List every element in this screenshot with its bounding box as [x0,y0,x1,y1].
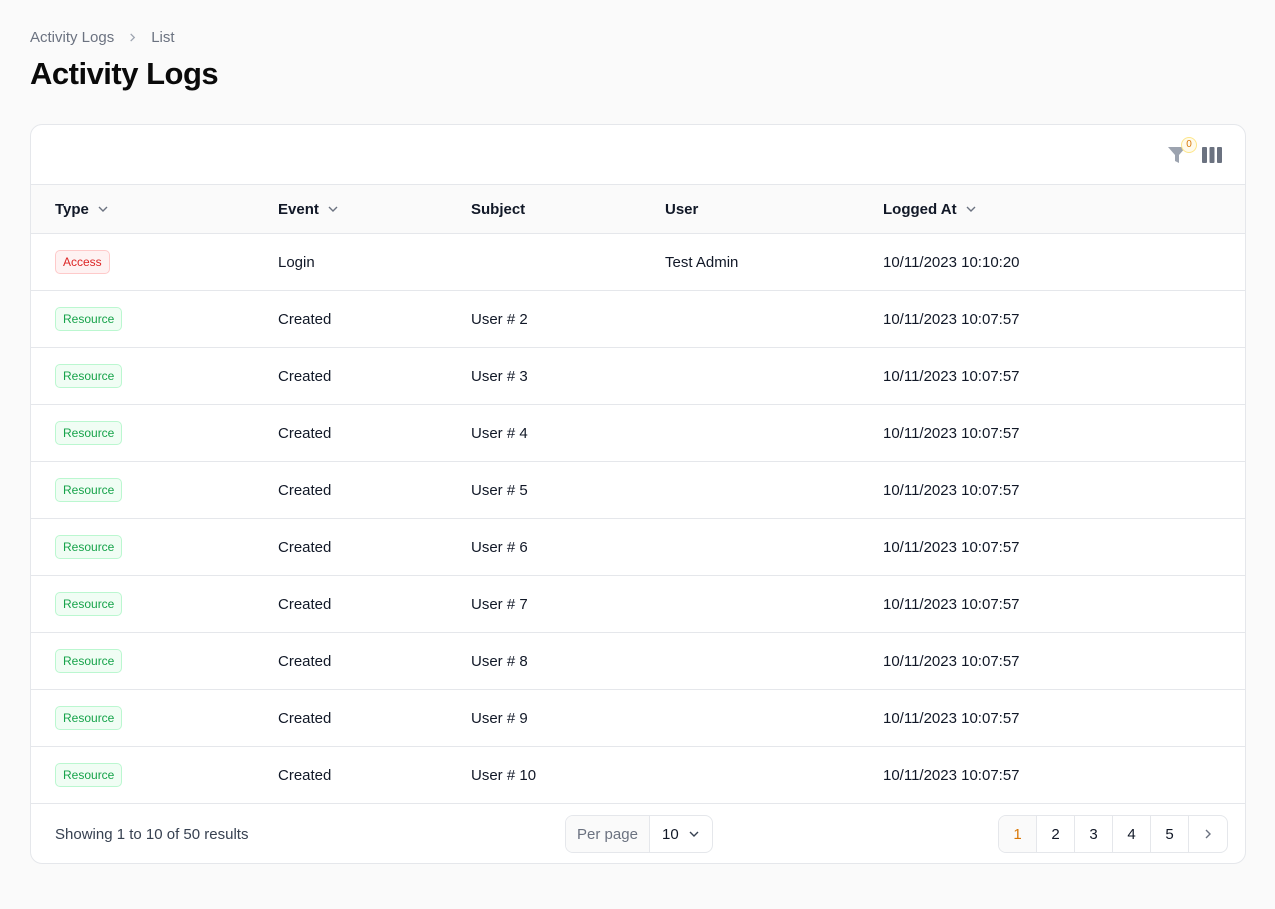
subject-cell: User # 6 [471,538,528,556]
event-cell: Created [278,481,332,499]
type-badge: Resource [55,763,123,787]
table-row[interactable]: Resource Created User # 6 10/11/2023 10:… [31,519,1245,576]
type-badge: Resource [55,535,123,559]
table-row[interactable]: Resource Created User # 8 10/11/2023 10:… [31,633,1245,690]
type-badge: Resource [55,649,123,673]
type-badge: Resource [55,307,123,331]
type-badge: Resource [55,478,123,502]
column-header-type[interactable]: Type [55,185,109,233]
subject-cell: User # 3 [471,367,528,385]
logged-at-cell: 10/11/2023 10:07:57 [883,538,1020,556]
event-cell: Created [278,652,332,670]
type-badge: Access [55,250,110,274]
results-summary: Showing 1 to 10 of 50 results [55,825,249,843]
logged-at-cell: 10/11/2023 10:07:57 [883,310,1020,328]
logged-at-cell: 10/11/2023 10:07:57 [883,766,1020,784]
table-body: Access Login Test Admin 10/11/2023 10:10… [31,234,1245,804]
column-header-subject-label: Subject [471,200,526,218]
per-page-value: 10 [662,825,679,843]
chevron-down-icon [98,206,108,212]
pagination: 1 2 3 4 5 [998,815,1228,853]
subject-cell: User # 7 [471,595,528,613]
filter-count-badge: 0 [1181,137,1197,153]
chevron-down-icon [689,831,699,837]
logged-at-cell: 10/11/2023 10:10:20 [883,253,1020,271]
event-cell: Created [278,595,332,613]
subject-cell: User # 4 [471,424,528,442]
chevron-right-icon [130,33,136,42]
type-badge: Resource [55,592,123,616]
page-title: Activity Logs [30,56,219,91]
logged-at-cell: 10/11/2023 10:07:57 [883,367,1020,385]
table-footer: Showing 1 to 10 of 50 results Per page 1… [31,804,1245,863]
logged-at-cell: 10/11/2023 10:07:57 [883,595,1020,613]
event-cell: Created [278,709,332,727]
chevron-down-icon [966,206,976,212]
table-card: 0 Type Event Subject User Logged At Acce… [30,124,1246,864]
event-cell: Created [278,424,332,442]
table-row[interactable]: Resource Created User # 5 10/11/2023 10:… [31,462,1245,519]
column-header-logged-at[interactable]: Logged At [883,185,977,233]
column-header-event-label: Event [278,200,319,218]
column-header-user-label: User [665,200,699,218]
column-header-event[interactable]: Event [278,185,339,233]
subject-cell: User # 2 [471,310,528,328]
user-cell: Test Admin [665,253,739,271]
page-button-5[interactable]: 5 [1151,816,1189,852]
chevron-right-icon [1205,829,1211,839]
type-badge: Resource [55,706,123,730]
page-button-1[interactable]: 1 [999,816,1037,852]
type-badge: Resource [55,421,123,445]
table-toolbar: 0 [31,125,1245,185]
subject-cell: User # 9 [471,709,528,727]
column-header-logged-at-label: Logged At [883,200,957,218]
table-row[interactable]: Resource Created User # 10 10/11/2023 10… [31,747,1245,804]
next-page-button[interactable] [1189,816,1227,852]
page-button-4[interactable]: 4 [1113,816,1151,852]
event-cell: Created [278,538,332,556]
logged-at-cell: 10/11/2023 10:07:57 [883,481,1020,499]
event-cell: Created [278,310,332,328]
event-cell: Created [278,367,332,385]
page-button-2[interactable]: 2 [1037,816,1075,852]
breadcrumb-activity-logs[interactable]: Activity Logs [30,29,114,46]
breadcrumb-list: List [151,29,175,46]
per-page-control: Per page 10 [565,815,713,853]
table-row[interactable]: Resource Created User # 3 10/11/2023 10:… [31,348,1245,405]
breadcrumb: Activity Logs List [30,29,175,46]
columns-icon[interactable] [1201,145,1223,165]
event-cell: Login [278,253,315,271]
table-row[interactable]: Access Login Test Admin 10/11/2023 10:10… [31,234,1245,291]
column-header-type-label: Type [55,200,89,218]
subject-cell: User # 8 [471,652,528,670]
column-header-subject: Subject [471,185,525,233]
table-row[interactable]: Resource Created User # 7 10/11/2023 10:… [31,576,1245,633]
table-row[interactable]: Resource Created User # 2 10/11/2023 10:… [31,291,1245,348]
per-page-label: Per page [566,816,650,852]
chevron-down-icon [328,206,338,212]
table-row[interactable]: Resource Created User # 4 10/11/2023 10:… [31,405,1245,462]
event-cell: Created [278,766,332,784]
table-row[interactable]: Resource Created User # 9 10/11/2023 10:… [31,690,1245,747]
subject-cell: User # 5 [471,481,528,499]
type-badge: Resource [55,364,123,388]
logged-at-cell: 10/11/2023 10:07:57 [883,709,1020,727]
table-header: Type Event Subject User Logged At [31,185,1245,234]
page-button-3[interactable]: 3 [1075,816,1113,852]
logged-at-cell: 10/11/2023 10:07:57 [883,652,1020,670]
column-header-user: User [665,185,698,233]
logged-at-cell: 10/11/2023 10:07:57 [883,424,1020,442]
per-page-select[interactable]: 10 [650,816,712,852]
subject-cell: User # 10 [471,766,537,784]
